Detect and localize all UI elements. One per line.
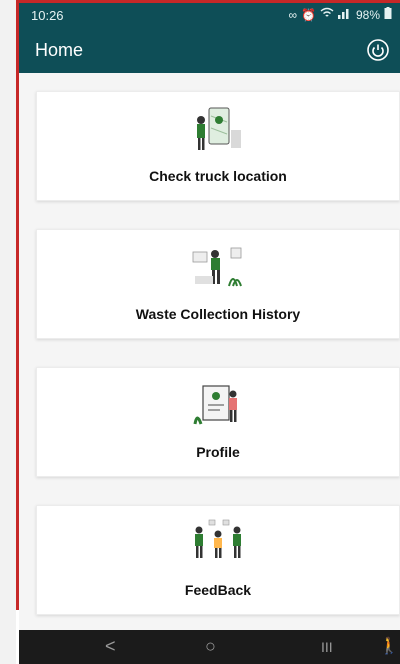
card-label: Check truck location — [149, 168, 287, 184]
battery-percent: 98% — [355, 7, 380, 22]
battery-icon — [384, 7, 392, 22]
power-icon[interactable] — [366, 38, 390, 62]
home-button[interactable]: ○ — [205, 636, 216, 657]
page-title: Home — [35, 40, 84, 60]
card-check-truck-location[interactable]: Check truck location — [36, 91, 400, 201]
map-location-icon — [189, 104, 247, 158]
vpn-icon: ∞ — [288, 7, 298, 22]
left-gutter — [0, 0, 16, 664]
card-label: Waste Collection History — [135, 306, 301, 322]
card-waste-collection-history[interactable]: Waste Collection History — [36, 229, 400, 339]
card-profile[interactable]: Profile — [36, 367, 400, 477]
app-bar: Home — [19, 27, 400, 73]
status-time: 10:26 — [31, 8, 64, 23]
status-icons: ∞ ⏰ 98% — [288, 7, 392, 22]
recents-button[interactable]: III — [321, 639, 333, 655]
system-nav-bar: < ○ III 🚶 — [19, 630, 400, 664]
signal-icon — [337, 7, 352, 22]
wifi-icon — [320, 7, 334, 22]
feedback-icon — [189, 518, 247, 572]
phone-screen: 10:26 ∞ ⏰ 98% Home Check truck location … — [19, 3, 400, 664]
card-feedback[interactable]: FeedBack — [36, 505, 400, 615]
accessibility-icon[interactable]: 🚶 — [379, 636, 399, 656]
card-label: Profile — [196, 444, 240, 460]
back-button[interactable]: < — [105, 636, 116, 657]
profile-icon — [189, 380, 247, 434]
card-label: FeedBack — [184, 582, 252, 598]
alarm-icon: ⏰ — [301, 7, 316, 22]
history-icon — [189, 242, 247, 296]
status-bar: 10:26 ∞ ⏰ 98% — [19, 3, 400, 27]
